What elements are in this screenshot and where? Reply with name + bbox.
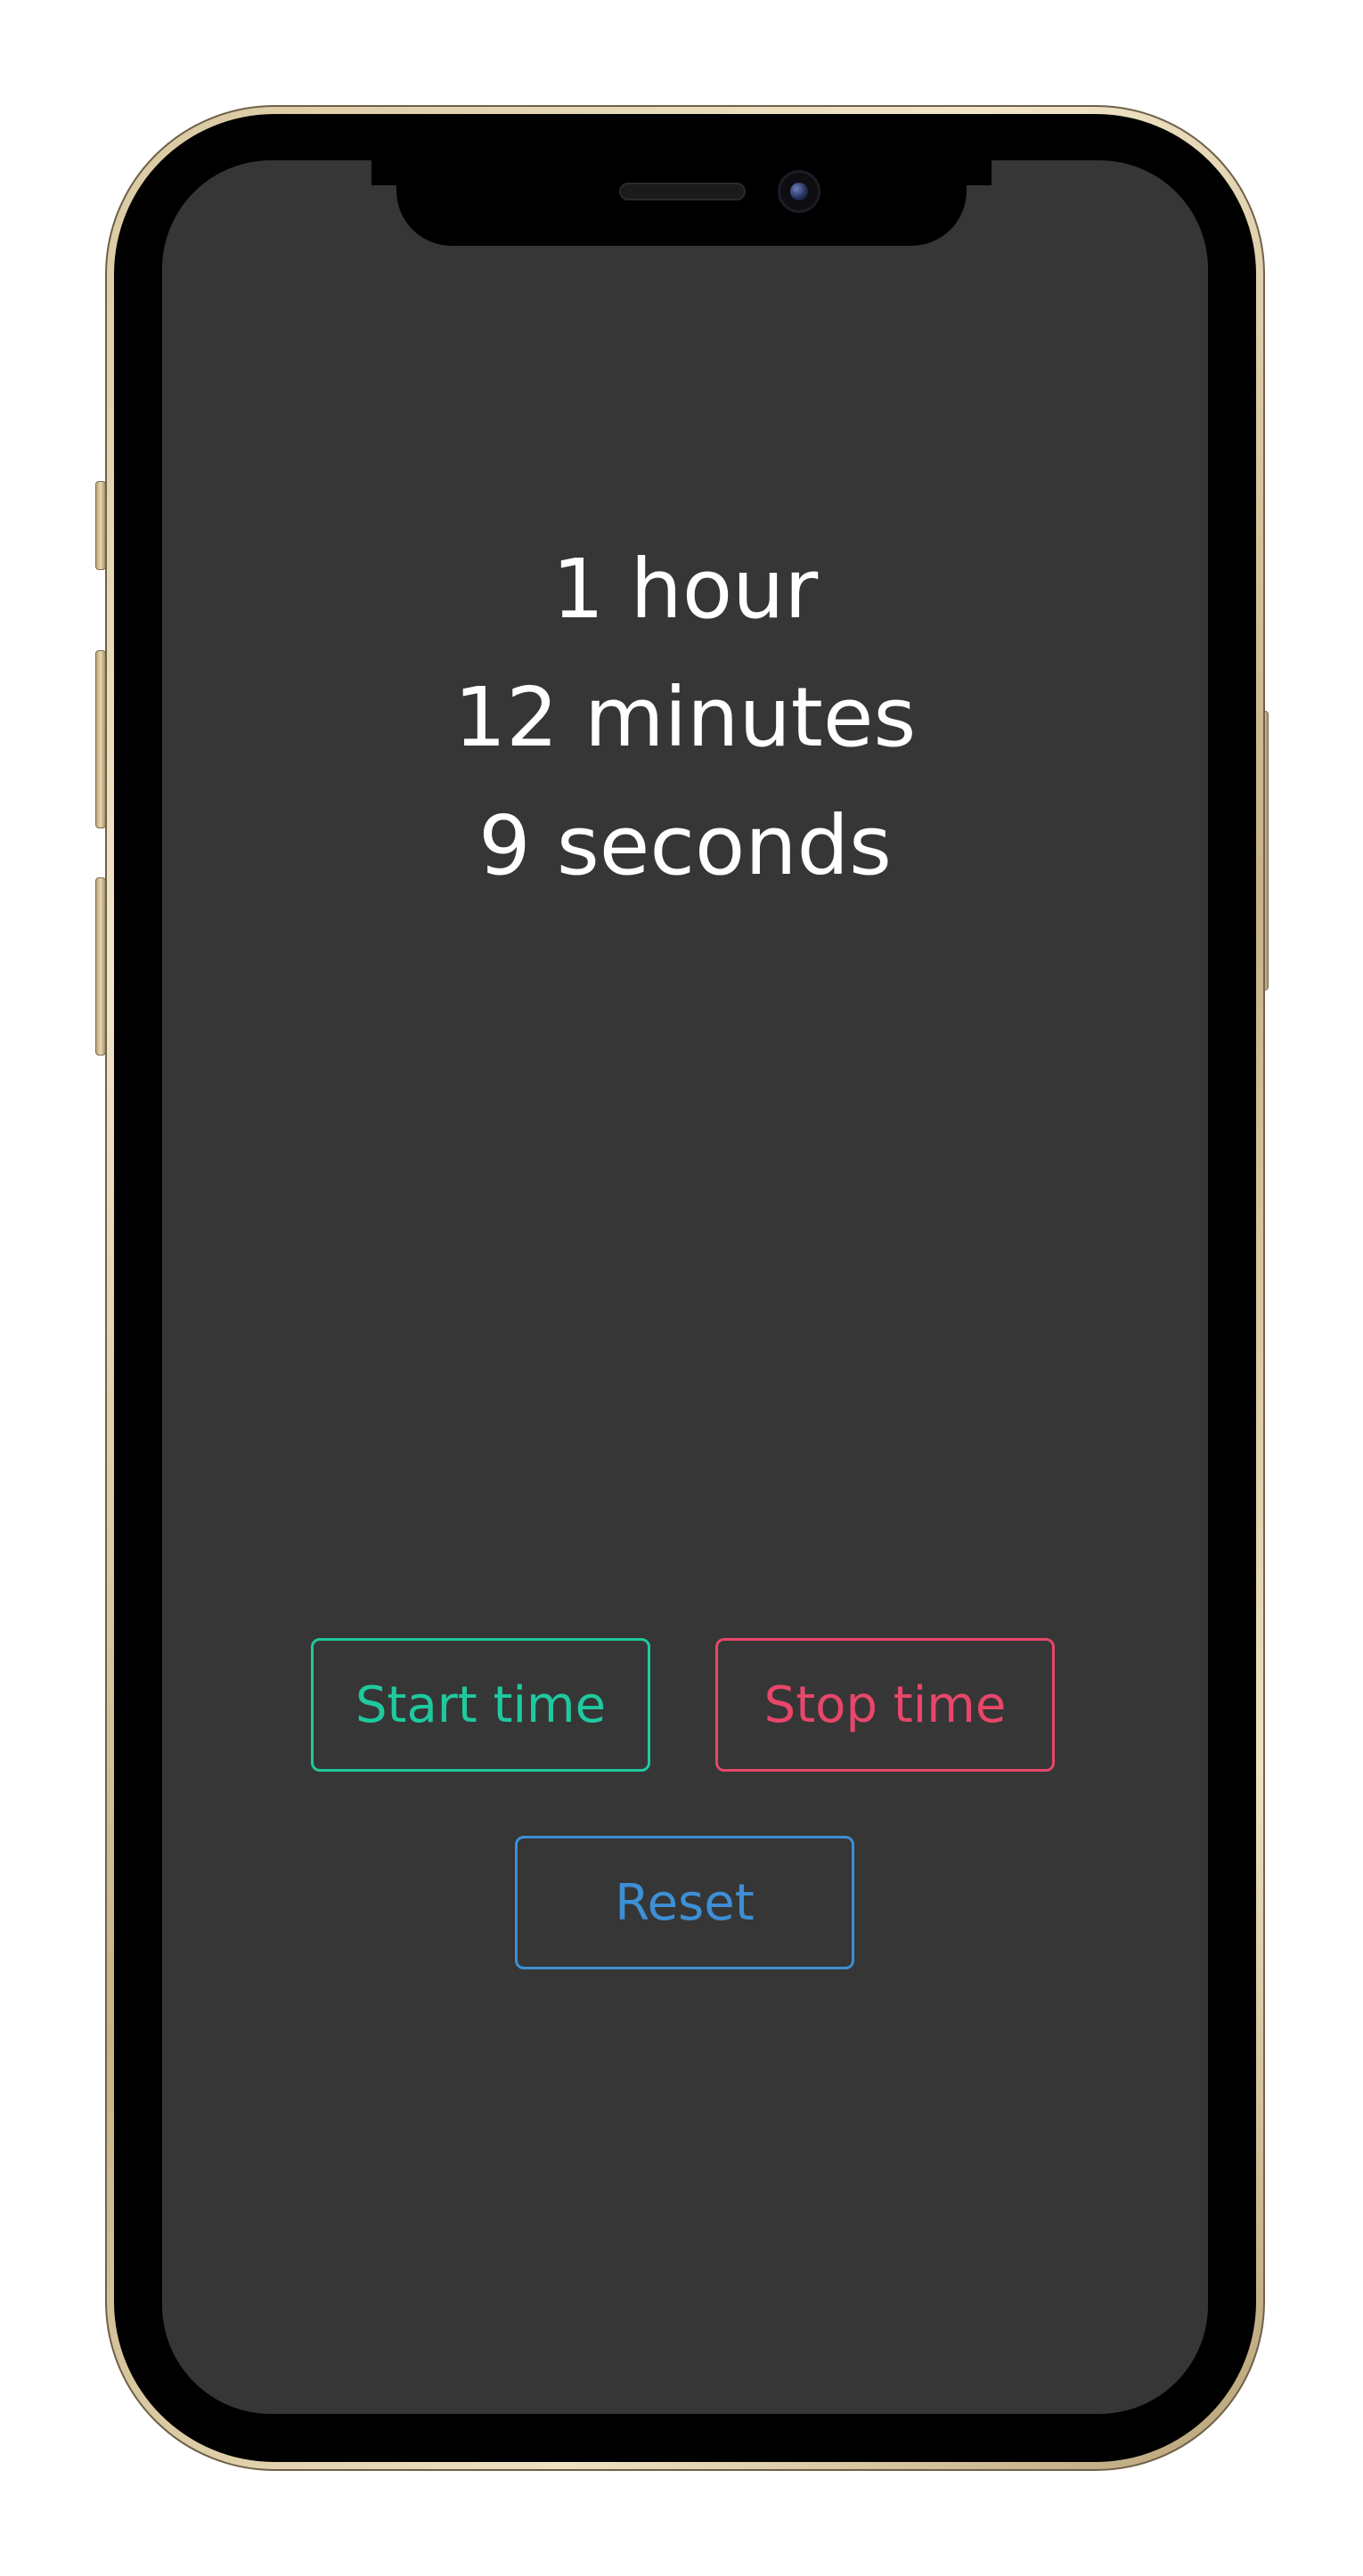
elapsed-time-display: 1 hour 12 minutes 9 seconds: [162, 526, 1208, 910]
minutes-readout: 12 minutes: [453, 670, 917, 765]
seconds-readout: 9 seconds: [478, 798, 892, 893]
front-camera-icon: [778, 170, 820, 213]
earpiece-speaker: [619, 183, 746, 200]
notch-corner-left: [371, 159, 398, 185]
notch-corner-right: [965, 159, 992, 185]
reset-button[interactable]: Reset: [515, 1836, 854, 1969]
device-mockup: 1 hour 12 minutes 9 seconds Start time S…: [0, 0, 1363, 2576]
app-screen: [162, 160, 1208, 2414]
hours-readout: 1 hour: [551, 542, 819, 637]
start-time-button[interactable]: Start time: [311, 1638, 650, 1772]
stop-time-button[interactable]: Stop time: [715, 1638, 1055, 1772]
